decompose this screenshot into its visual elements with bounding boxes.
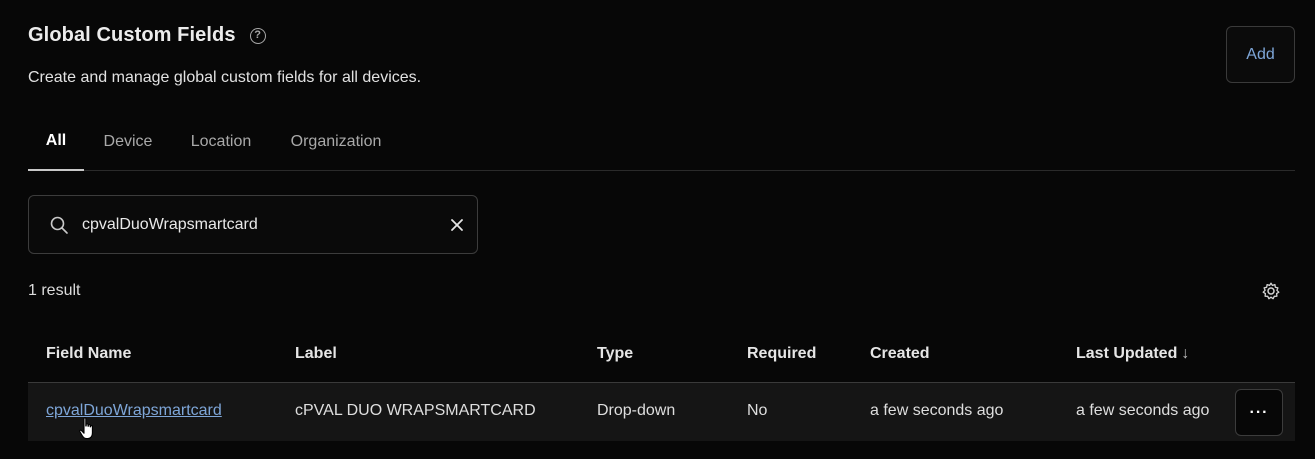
- custom-fields-table: Field Name Label Type Required Created L…: [28, 325, 1295, 441]
- field-name-link[interactable]: cpvalDuoWrapsmartcard: [46, 402, 222, 420]
- tab-all[interactable]: All: [28, 112, 84, 171]
- tab-organization[interactable]: Organization: [288, 112, 384, 171]
- sort-descending-icon: ↓: [1181, 345, 1190, 362]
- table-row: cpvalDuoWrapsmartcard cPVAL DUO WRAPSMAR…: [28, 383, 1295, 441]
- page-header: Global Custom Fields ?: [28, 24, 266, 47]
- close-icon[interactable]: [449, 217, 465, 233]
- hand-pointer-icon: [79, 417, 93, 440]
- column-header-created[interactable]: Created: [870, 345, 930, 363]
- page-title: Global Custom Fields: [28, 24, 236, 46]
- gear-icon[interactable]: [1261, 281, 1281, 301]
- tab-bar: All Device Location Organization: [28, 112, 1295, 171]
- result-count: 1 result: [28, 282, 81, 299]
- search-input[interactable]: cpvalDuoWrapsmartcard: [28, 195, 478, 254]
- table-header: Field Name Label Type Required Created L…: [28, 325, 1295, 383]
- field-label-cell: cPVAL DUO WRAPSMARTCARD: [295, 402, 536, 419]
- question-circle-icon[interactable]: ?: [249, 27, 266, 44]
- column-header-last-updated-label: Last Updated: [1076, 345, 1178, 362]
- column-header-label[interactable]: Label: [295, 345, 337, 363]
- field-type-cell: Drop-down: [597, 402, 676, 419]
- field-required-cell: No: [747, 402, 768, 419]
- column-header-last-updated[interactable]: Last Updated ↓: [1076, 345, 1189, 363]
- field-last-updated-cell: a few seconds ago: [1076, 402, 1210, 419]
- row-actions-menu-button[interactable]: ···: [1235, 389, 1283, 436]
- column-header-required[interactable]: Required: [747, 345, 816, 363]
- page-subtitle: Create and manage global custom fields f…: [28, 69, 422, 86]
- column-header-type[interactable]: Type: [597, 345, 633, 363]
- search-icon: [50, 216, 68, 234]
- tab-location[interactable]: Location: [188, 112, 254, 171]
- tab-device[interactable]: Device: [102, 112, 154, 171]
- search-value[interactable]: cpvalDuoWrapsmartcard: [82, 216, 258, 234]
- column-header-field-name[interactable]: Field Name: [46, 345, 131, 363]
- field-created-cell: a few seconds ago: [870, 402, 1004, 419]
- add-button[interactable]: Add: [1226, 26, 1295, 83]
